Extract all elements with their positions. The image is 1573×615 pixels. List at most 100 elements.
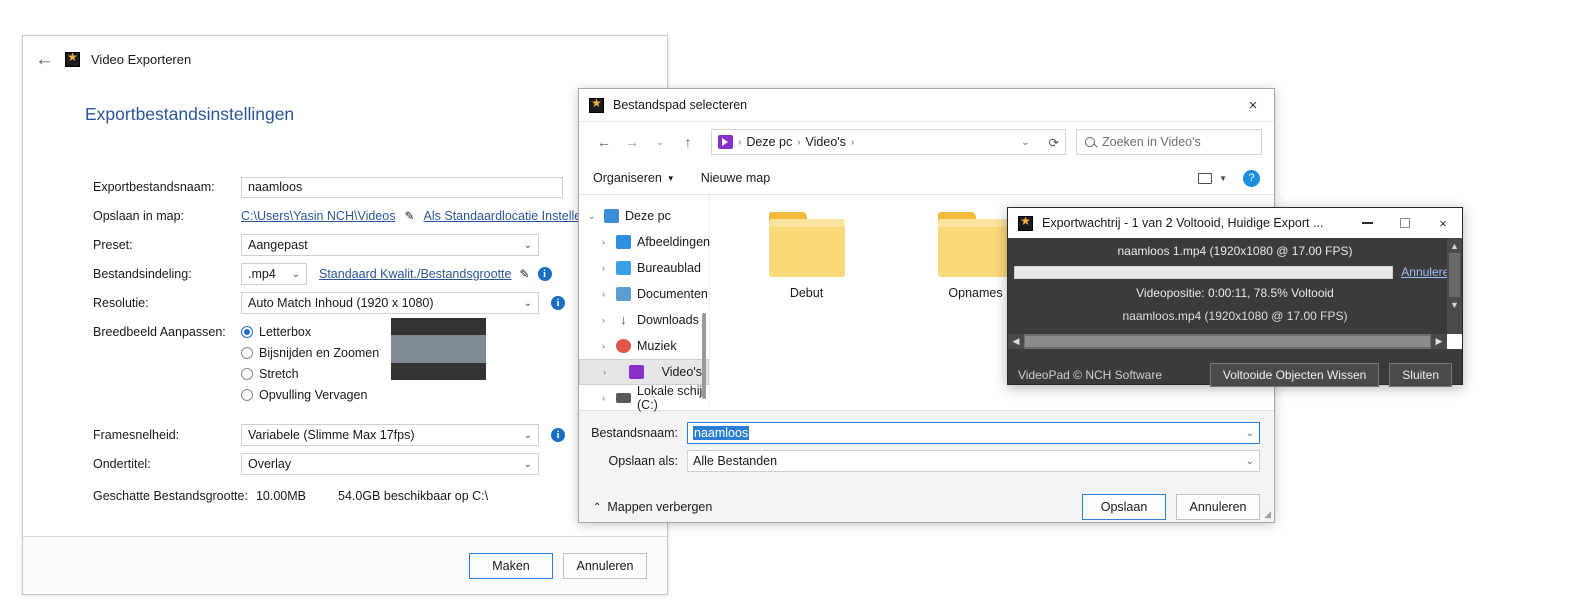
cancel-dialog-button[interactable]: Annuleren [1176,494,1260,520]
chevron-down-icon[interactable]: ⌄ [1246,456,1254,467]
tree-scrollbar[interactable] [702,313,706,399]
subtitle-select[interactable]: Overlay ⌄ [241,453,539,475]
format-value: .mp4 [248,267,276,281]
minimize-button[interactable] [1348,208,1386,238]
queue-horizontal-scrollbar[interactable]: ◀ ▶ [1008,334,1462,349]
chevron-down-icon: ▼ [1219,173,1227,183]
close-icon[interactable]: × [1232,89,1274,122]
filename-label: Bestandsnaam: [591,426,678,440]
queue-item-status: Videopositie: 0:00:11, 78.5% Voltooid [1136,286,1334,300]
scroll-down-icon[interactable]: ▼ [1447,297,1462,312]
export-video-panel: ← Video Exporteren Exportbestandsinstell… [22,35,668,595]
maximize-button[interactable] [1386,208,1424,238]
chevron-right-icon[interactable]: › [597,263,610,273]
breadcrumb-deze-pc[interactable]: Deze pc [746,135,792,149]
quality-filesize-link[interactable]: Standaard Kwalit./Bestandsgrootte [319,267,511,281]
export-filename-input[interactable]: naamloos [241,176,563,198]
clear-completed-button[interactable]: Voltooide Objecten Wissen [1209,363,1380,387]
tree-item-videos[interactable]: › Video's [579,359,709,385]
export-settings-form: Exportbestandsnaam: naamloos Opslaan in … [93,174,653,512]
file-item-debut[interactable]: Debut [754,212,859,410]
filename-input[interactable]: naamloos ⌄ [687,422,1260,444]
organize-menu[interactable]: Organiseren ▼ [593,171,675,185]
scroll-up-icon[interactable]: ▲ [1447,238,1462,253]
savetype-select[interactable]: Alle Bestanden ⌄ [687,450,1260,472]
set-default-location-link[interactable]: Als Standaardlocatie Instellen [424,209,589,223]
chevron-right-icon[interactable]: › [597,393,610,403]
nav-forward-icon[interactable]: → [619,129,645,155]
tree-item-downloads[interactable]: › ↓ Downloads [579,307,709,333]
breadcrumb-videos[interactable]: Video's [806,135,846,149]
edit-pencil-icon[interactable]: ✎ [519,267,529,281]
tree-item-label: Afbeeldingen [637,235,710,249]
nav-back-icon[interactable]: ← [591,129,617,155]
chevron-right-icon[interactable]: › [598,367,611,377]
search-icon [1085,137,1095,147]
radio-option-stretch[interactable]: Stretch [241,367,379,381]
desktop-icon [616,261,631,275]
folder-path-link[interactable]: C:\Users\Yasin NCH\Videos [241,209,395,223]
download-icon: ↓ [620,312,627,327]
info-icon[interactable]: i [537,267,552,281]
chevron-right-icon[interactable]: › [597,237,610,247]
scroll-right-icon[interactable]: ▶ [1431,334,1447,349]
scroll-thumb-horizontal[interactable] [1025,336,1430,347]
export-panel-title: Video Exporteren [91,51,192,67]
videopad-app-icon [589,96,604,113]
tree-item-label: Documenten [637,287,708,301]
nav-recent-icon[interactable]: ⌄ [647,129,673,155]
address-dropdown-icon[interactable]: ⌄ [1021,137,1029,148]
nav-up-icon[interactable]: ↑ [675,129,701,155]
info-icon[interactable]: i [551,296,565,310]
chevron-right-icon[interactable]: › [597,341,610,351]
resolution-select[interactable]: Auto Match Inhoud (1920 x 1080) ⌄ [241,292,539,314]
resolution-label: Resolutie: [93,296,149,310]
back-arrow-icon[interactable]: ← [35,50,54,69]
info-icon[interactable]: i [551,428,565,442]
breadcrumb-separator: › [797,136,801,148]
radio-option-crop-zoom[interactable]: Bijsnijden en Zoomen [241,346,379,360]
resize-grip-icon[interactable]: ◢ [1264,509,1271,520]
close-queue-button[interactable]: Sluiten [1389,363,1452,387]
preset-select[interactable]: Aangepast ⌄ [241,234,539,256]
search-box[interactable]: Zoeken in Video's [1076,129,1262,155]
queue-vertical-scrollbar[interactable]: ▲ ▼ [1447,238,1462,334]
scroll-thumb[interactable] [1449,253,1460,297]
aspect-radio-group: Letterbox Bijsnijden en Zoomen Stretch O… [241,325,379,409]
tree-item-deze-pc[interactable]: ⌄ Deze pc [579,203,709,229]
address-bar[interactable]: › Deze pc › Video's › ⌄ ⟳ [711,129,1066,155]
scroll-left-icon[interactable]: ◀ [1008,334,1024,349]
cancel-export-button[interactable]: Annuleren [563,552,647,579]
organize-label: Organiseren [593,171,662,185]
hide-folders-toggle[interactable]: ⌃ Mappen verbergen [593,500,712,514]
tree-item-afbeeldingen[interactable]: › Afbeeldingen [579,229,710,255]
tree-item-label: Video's [661,365,702,379]
format-label: Bestandsindeling: [93,267,192,281]
radio-option-letterbox[interactable]: Letterbox [241,325,379,339]
radio-option-blur-fill[interactable]: Opvulling Vervagen [241,388,379,402]
framerate-select[interactable]: Variabele (Slimme Max 17fps) ⌄ [241,424,539,446]
refresh-icon[interactable]: ⟳ [1049,135,1059,150]
tree-item-documenten[interactable]: › Documenten [579,281,709,307]
save-button[interactable]: Opslaan [1082,494,1166,520]
new-folder-button[interactable]: Nieuwe map [701,171,770,185]
create-button[interactable]: Maken [469,552,553,579]
close-button[interactable]: × [1424,208,1462,238]
edit-pencil-icon[interactable]: ✎ [404,209,414,223]
format-select[interactable]: .mp4 ⌄ [241,263,307,285]
view-layout-button[interactable]: ▼ [1198,172,1227,184]
chevron-down-icon[interactable]: ⌄ [1246,428,1254,439]
chevron-down-icon[interactable]: ⌄ [585,211,598,222]
help-icon[interactable]: ? [1243,169,1260,187]
tree-item-lokale-schijf[interactable]: › Lokale schijf (C:) [579,384,709,412]
radio-indicator [241,368,253,380]
chevron-down-icon: ⌄ [291,268,300,280]
chevron-right-icon[interactable]: › [597,289,610,299]
field-row-resolution: Resolutie: Auto Match Inhoud (1920 x 108… [93,290,653,316]
tree-item-bureaublad[interactable]: › Bureaublad [579,255,709,281]
chevron-right-icon[interactable]: › [597,315,610,325]
drive-icon [616,393,631,403]
tree-item-muziek[interactable]: › Muziek [579,333,709,359]
folder-icon [937,212,1014,277]
queue-titlebar: Exportwachtrij - 1 van 2 Voltooid, Huidi… [1008,208,1462,238]
